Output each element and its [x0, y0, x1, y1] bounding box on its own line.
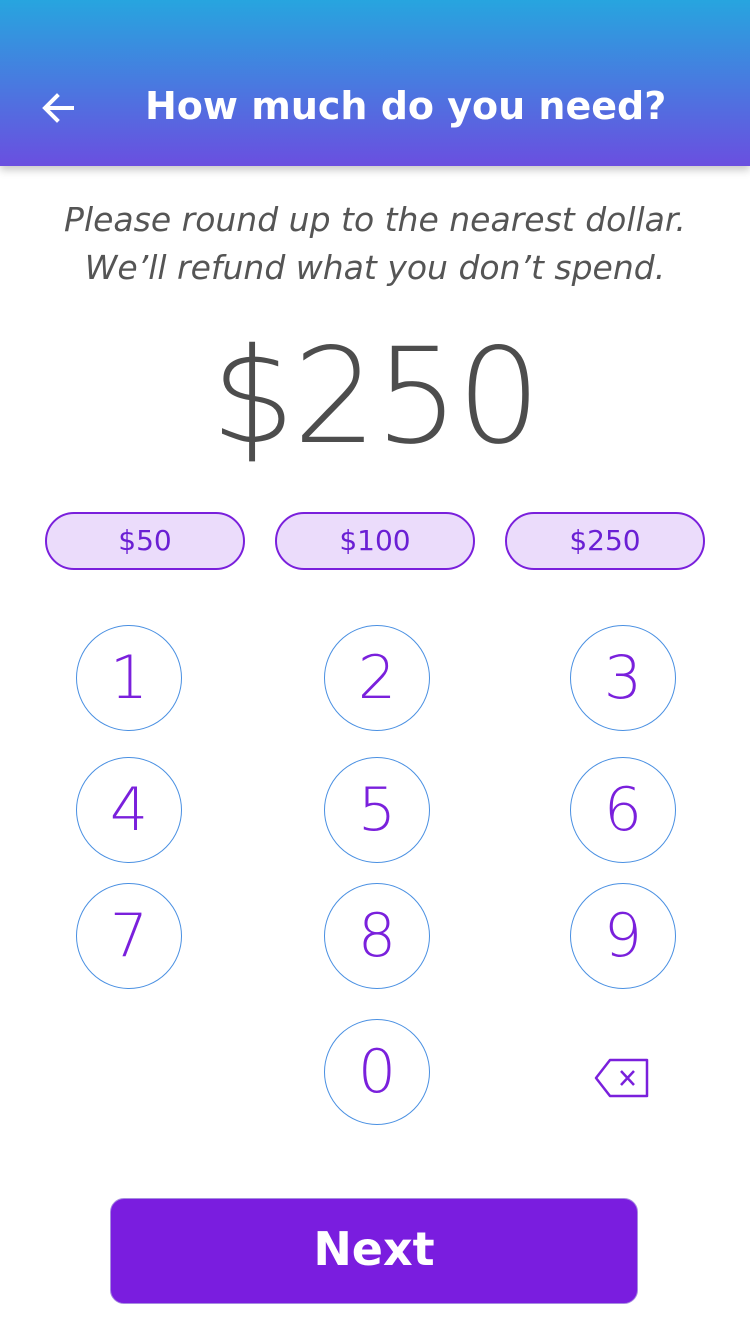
instructions-line-1: Please round up to the nearest dollar. — [64, 200, 686, 239]
keypad-key-0[interactable]: 0 — [324, 1019, 430, 1125]
keypad-key-9[interactable]: 9 — [570, 883, 676, 989]
preset-amount-button[interactable]: $100 — [275, 512, 475, 570]
backspace-button[interactable] — [594, 1058, 650, 1102]
instructions-text: Please round up to the nearest dollar. W… — [0, 196, 750, 292]
app-header: How much do you need? — [0, 0, 750, 166]
keypad-key-5[interactable]: 5 — [324, 757, 430, 863]
keypad-key-6[interactable]: 6 — [570, 757, 676, 863]
keypad-key-2[interactable]: 2 — [324, 625, 430, 731]
keypad-key-8[interactable]: 8 — [324, 883, 430, 989]
keypad-key-4[interactable]: 4 — [76, 757, 182, 863]
amount-display: $250 — [211, 320, 541, 474]
back-button[interactable] — [30, 80, 86, 136]
page-title: How much do you need? — [145, 84, 667, 128]
backspace-icon — [594, 1057, 650, 1103]
keypad-key-7[interactable]: 7 — [76, 883, 182, 989]
instructions-line-2: We’ll refund what you don’t spend. — [84, 248, 666, 287]
next-button[interactable]: Next — [110, 1198, 638, 1304]
preset-amount-button[interactable]: $50 — [45, 512, 245, 570]
keypad-key-1[interactable]: 1 — [76, 625, 182, 731]
arrow-left-icon — [38, 88, 78, 128]
keypad-key-3[interactable]: 3 — [570, 625, 676, 731]
preset-amount-button[interactable]: $250 — [505, 512, 705, 570]
